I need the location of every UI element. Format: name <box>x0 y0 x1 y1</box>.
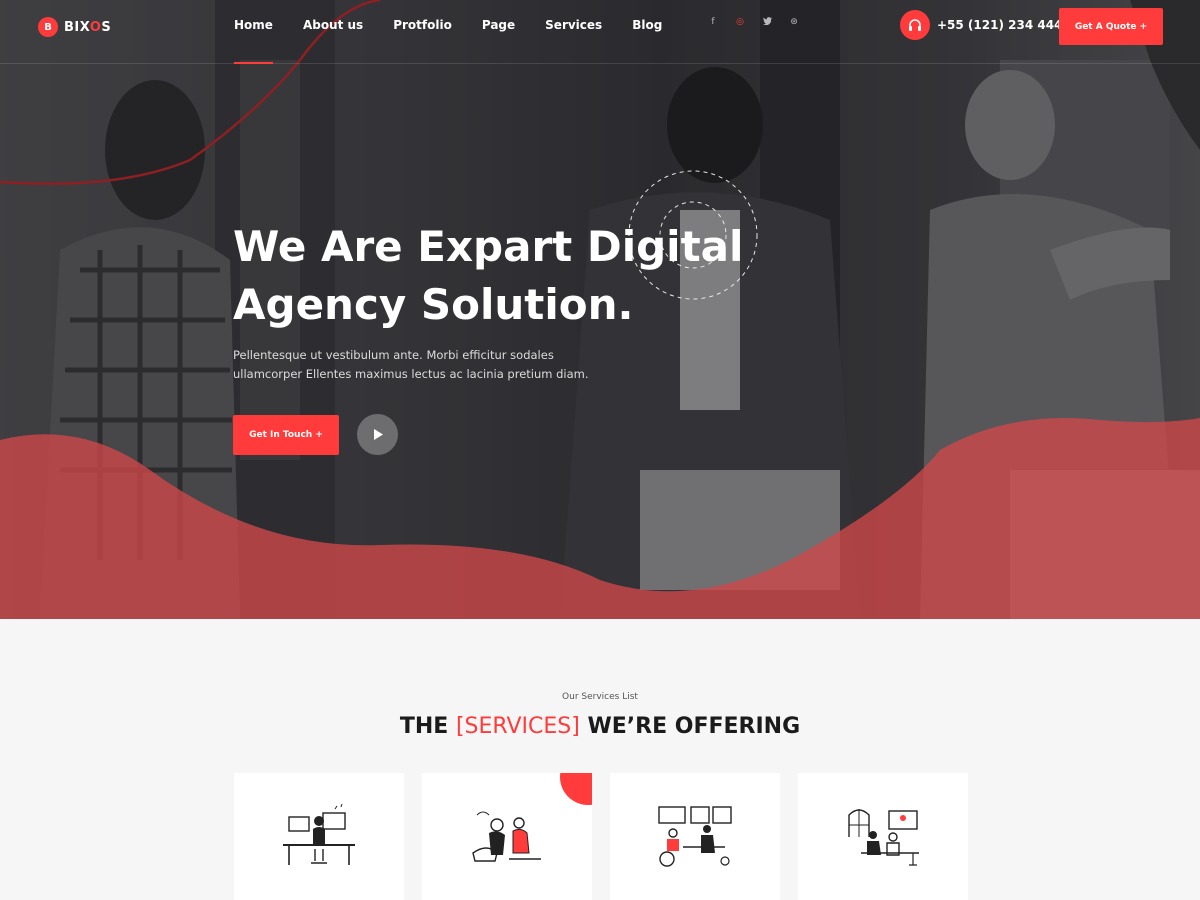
services-title: THE [SERVICES] WE’RE OFFERING <box>0 714 1200 739</box>
nav-item-home[interactable]: Home <box>234 18 273 64</box>
play-video-button[interactable] <box>357 414 398 455</box>
services-title-after: WE’RE OFFERING <box>579 714 801 739</box>
remote-work-illustration <box>848 809 919 866</box>
service-card-3[interactable] <box>610 773 780 900</box>
nav-item-services[interactable]: Services <box>545 18 602 32</box>
nav-item-blog[interactable]: Blog <box>632 18 662 32</box>
pinterest-icon[interactable]: ◎ <box>735 17 745 29</box>
facebook-icon[interactable]: f <box>708 17 718 29</box>
contact-phone[interactable]: +55 (121) 234 444 <box>900 10 1062 40</box>
nav-item-about[interactable]: About us <box>303 18 363 32</box>
dribbble-icon[interactable]: ⊛ <box>789 17 799 29</box>
social-links: f ◎ ⊛ <box>708 17 799 29</box>
logo-text-left: BIX <box>64 19 90 35</box>
office-meeting-illustration <box>658 806 732 867</box>
play-icon <box>373 429 383 440</box>
hero-title: We Are Expart Digital Agency Solution. <box>233 222 744 329</box>
services-title-before: THE <box>399 714 456 739</box>
main-nav: Home About us Protfolio Page Services Bl… <box>234 18 692 64</box>
logo-text-accent: O <box>89 19 102 35</box>
nav-item-portfolio[interactable]: Protfolio <box>393 18 452 32</box>
service-card-2[interactable] <box>422 773 592 900</box>
service-card-4[interactable] <box>798 773 968 900</box>
team-chat-illustration <box>472 811 541 862</box>
nav-item-page[interactable]: Page <box>482 18 515 32</box>
headset-icon <box>900 10 930 40</box>
services-title-accent: [SERVICES] <box>455 714 580 739</box>
hero-section: We Are Expart Digital Agency Solution. P… <box>0 0 1200 619</box>
get-a-quote-button[interactable]: Get A Quote + <box>1059 8 1163 45</box>
desk-worker-illustration <box>283 803 355 865</box>
twitter-icon[interactable] <box>762 17 772 29</box>
hero-description: Pellentesque ut vestibulum ante. Morbi e… <box>233 348 589 381</box>
logo-text-right: S <box>101 19 112 35</box>
get-in-touch-button[interactable]: Get In Touch + <box>233 415 339 455</box>
phone-number: +55 (121) 234 444 <box>937 18 1063 32</box>
site-header: B BIXOS Home About us Protfolio Page Ser… <box>0 0 1200 64</box>
service-cards <box>234 773 968 900</box>
logo-mark: B <box>38 17 58 37</box>
service-card-1[interactable] <box>234 773 404 900</box>
card-corner-accent <box>560 773 592 805</box>
logo[interactable]: B BIXOS <box>38 17 111 37</box>
services-kicker: Our Services List <box>562 692 638 702</box>
logo-text: BIXOS <box>64 20 111 35</box>
